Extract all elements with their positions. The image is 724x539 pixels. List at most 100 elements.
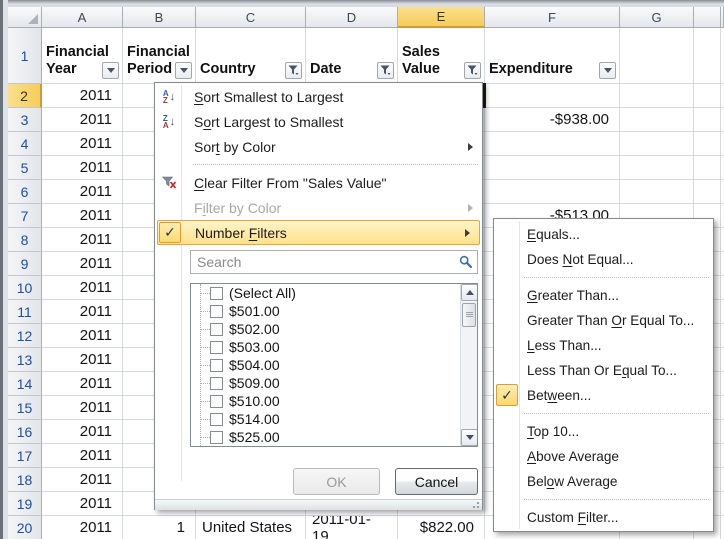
filter-value-item[interactable]: $501.00	[191, 302, 477, 320]
cell-F4[interactable]	[485, 132, 620, 156]
cell-A12[interactable]: 2011	[42, 324, 123, 348]
submenu-item-below-average[interactable]: Below Average	[494, 469, 713, 494]
header-cell-E1[interactable]: SalesValue	[398, 28, 485, 84]
filter-value-item[interactable]: $509.00	[191, 374, 477, 392]
cell-G2[interactable]	[620, 84, 694, 108]
menu-item-number-filters[interactable]: ✓Number Filters	[157, 220, 480, 245]
filter-button-B[interactable]	[175, 62, 192, 79]
row-header-1[interactable]: 1	[8, 28, 42, 84]
row-header-10[interactable]: 10	[8, 276, 42, 300]
filter-value-item-partial[interactable]	[191, 446, 477, 447]
header-cell-D1[interactable]: Date	[306, 28, 398, 84]
row-header-16[interactable]: 16	[8, 420, 42, 444]
filter-button-F[interactable]	[599, 62, 616, 79]
header-cell-C1[interactable]: Country	[196, 28, 306, 84]
cell-G6[interactable]	[620, 180, 694, 204]
cell-A10[interactable]: 2011	[42, 276, 123, 300]
header-cell-F1[interactable]: Expenditure	[485, 28, 620, 84]
cell-F2[interactable]	[485, 84, 620, 108]
value-checkbox[interactable]	[210, 323, 223, 336]
cell-A5[interactable]: 2011	[42, 156, 123, 180]
menu-item-clear-filter[interactable]: Clear Filter From "Sales Value"	[155, 170, 482, 195]
row-header-5[interactable]: 5	[8, 156, 42, 180]
filter-value-item[interactable]: (Select All)	[191, 284, 477, 302]
row-header-20[interactable]: 20	[8, 516, 42, 539]
submenu-item-between[interactable]: ✓Between...	[494, 383, 713, 408]
select-all-corner[interactable]	[8, 7, 42, 28]
menu-item-sort-largest-to-smallest[interactable]: ZA↓Sort Largest to Smallest	[155, 109, 482, 134]
value-checkbox[interactable]	[210, 377, 223, 390]
resize-grip-icon[interactable]	[471, 502, 479, 508]
column-header-E[interactable]: E	[398, 7, 485, 28]
filter-value-item[interactable]: $502.00	[191, 320, 477, 338]
filter-button-D[interactable]	[377, 62, 394, 79]
cell-A20[interactable]: 2011	[42, 516, 123, 539]
header-cell-empty[interactable]	[694, 28, 721, 84]
filter-button-E[interactable]	[464, 62, 481, 79]
filter-value-item[interactable]: $525.00	[191, 428, 477, 446]
row-header-7[interactable]: 7	[8, 204, 42, 228]
filter-value-item[interactable]: $510.00	[191, 392, 477, 410]
menu-item-sort-by-color[interactable]: Sort by Color	[155, 134, 482, 159]
submenu-item-top-10[interactable]: Top 10...	[494, 419, 713, 444]
cell-partial[interactable]	[694, 180, 721, 204]
row-header-4[interactable]: 4	[8, 132, 42, 156]
submenu-item-greater-than[interactable]: Greater Than...	[494, 283, 713, 308]
cell-A3[interactable]: 2011	[42, 108, 123, 132]
row-header-12[interactable]: 12	[8, 324, 42, 348]
cell-F5[interactable]	[485, 156, 620, 180]
cell-D20[interactable]: 2011-01-19	[306, 516, 398, 539]
filter-button-C[interactable]	[285, 62, 302, 79]
filter-button-A[interactable]	[102, 62, 119, 79]
cell-C20[interactable]: United States	[196, 516, 306, 539]
row-header-18[interactable]: 18	[8, 468, 42, 492]
cell-E20[interactable]: $822.00	[398, 516, 485, 539]
value-checkbox[interactable]	[210, 359, 223, 372]
scroll-down-button[interactable]	[461, 429, 478, 446]
scroll-up-button[interactable]	[461, 284, 478, 301]
search-input[interactable]	[190, 250, 478, 274]
column-header-partial[interactable]	[694, 7, 721, 28]
cell-partial[interactable]	[694, 84, 721, 108]
value-checkbox[interactable]	[210, 431, 223, 444]
submenu-item-does-not-equal[interactable]: Does Not Equal...	[494, 247, 713, 272]
column-header-B[interactable]: B	[123, 7, 196, 28]
cell-A16[interactable]: 2011	[42, 420, 123, 444]
cell-A19[interactable]: 2011	[42, 492, 123, 516]
column-header-A[interactable]: A	[42, 7, 123, 28]
submenu-item-less-than-or-equal-to[interactable]: Less Than Or Equal To...	[494, 358, 713, 383]
filter-value-item[interactable]: $514.00	[191, 410, 477, 428]
column-header-G[interactable]: G	[620, 7, 694, 28]
cell-F3[interactable]: -$938.00	[485, 108, 620, 132]
column-header-F[interactable]: F	[485, 7, 620, 28]
header-cell-A1[interactable]: FinancialYear	[42, 28, 123, 84]
submenu-item-less-than[interactable]: Less Than...	[494, 333, 713, 358]
cell-A9[interactable]: 2011	[42, 252, 123, 276]
cell-A2[interactable]: 2011	[42, 84, 123, 108]
cell-A13[interactable]: 2011	[42, 348, 123, 372]
row-header-8[interactable]: 8	[8, 228, 42, 252]
cell-partial[interactable]	[694, 156, 721, 180]
cell-A4[interactable]: 2011	[42, 132, 123, 156]
cell-A6[interactable]: 2011	[42, 180, 123, 204]
value-checkbox[interactable]	[210, 305, 223, 318]
cell-A18[interactable]: 2011	[42, 468, 123, 492]
filter-value-item[interactable]: $503.00	[191, 338, 477, 356]
submenu-item-above-average[interactable]: Above Average	[494, 444, 713, 469]
row-header-19[interactable]: 19	[8, 492, 42, 516]
column-header-D[interactable]: D	[306, 7, 398, 28]
cell-A11[interactable]: 2011	[42, 300, 123, 324]
header-cell-B1[interactable]: FinancialPeriod	[123, 28, 196, 84]
row-header-11[interactable]: 11	[8, 300, 42, 324]
search-icon[interactable]	[459, 255, 473, 269]
cell-B20[interactable]: 1	[123, 516, 196, 539]
cell-partial[interactable]	[694, 108, 721, 132]
value-checkbox[interactable]	[210, 287, 223, 300]
submenu-item-greater-than-or-equal-to[interactable]: Greater Than Or Equal To...	[494, 308, 713, 333]
cell-partial[interactable]	[694, 132, 721, 156]
values-scrollbar[interactable]	[460, 284, 477, 446]
submenu-item-equals[interactable]: Equals...	[494, 222, 713, 247]
cancel-button[interactable]: Cancel	[395, 468, 478, 495]
cell-F6[interactable]	[485, 180, 620, 204]
cell-A17[interactable]: 2011	[42, 444, 123, 468]
